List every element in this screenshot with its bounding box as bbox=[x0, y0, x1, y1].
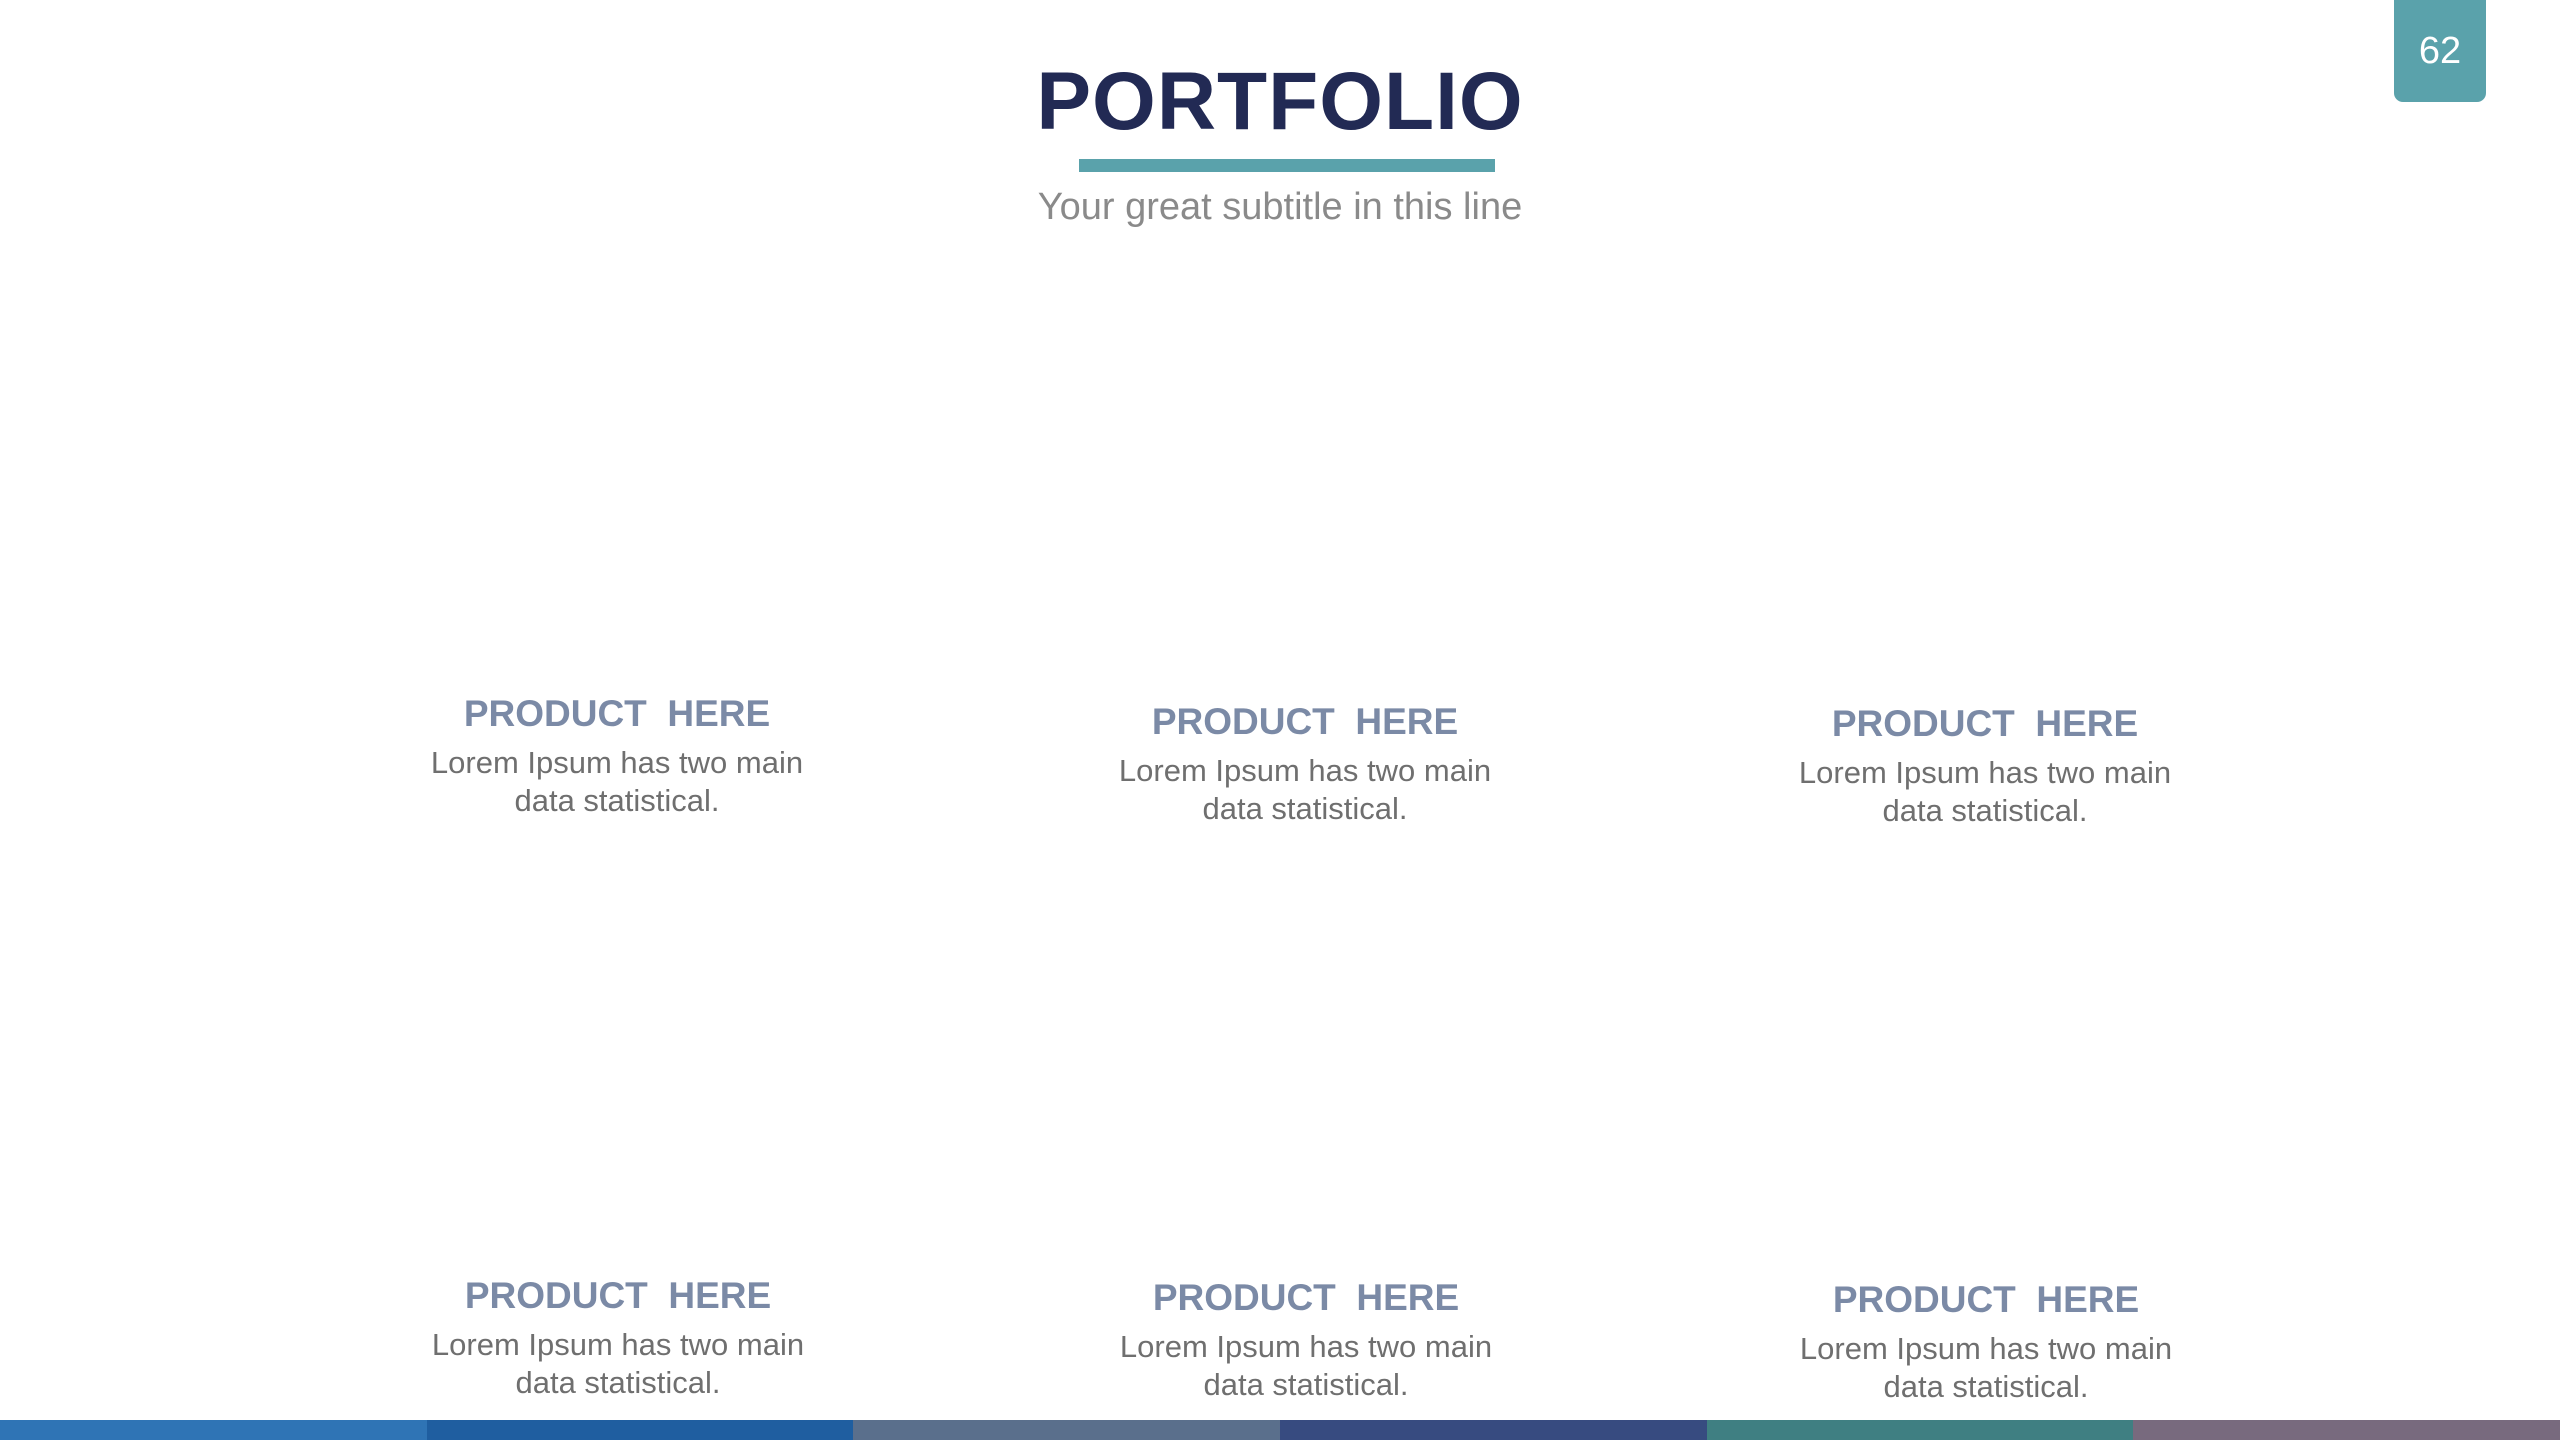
footer-segment-3 bbox=[853, 1420, 1281, 1440]
product-title: PRODUCT HERE bbox=[1152, 1277, 1460, 1318]
title-underline bbox=[1079, 159, 1495, 172]
footer-segment-5 bbox=[1706, 1420, 2134, 1440]
product-description: Lorem Ipsum has two main data statistica… bbox=[1119, 1329, 1493, 1402]
product-title: PRODUCT HERE bbox=[464, 1275, 772, 1316]
footer-segment-6 bbox=[2133, 1420, 2560, 1440]
product-description: Lorem Ipsum has two main data statistica… bbox=[1118, 753, 1492, 826]
product-title: PRODUCT HERE bbox=[463, 693, 771, 734]
footer-segment-1 bbox=[0, 1420, 427, 1440]
product-title: PRODUCT HERE bbox=[1831, 703, 2139, 744]
product-card-1: PRODUCT HERE Lorem Ipsum has two main da… bbox=[367, 690, 867, 820]
product-card-4: PRODUCT HERE Lorem Ipsum has two main da… bbox=[368, 1272, 868, 1402]
product-title: PRODUCT HERE bbox=[1832, 1279, 2140, 1320]
product-description: Lorem Ipsum has two main data statistica… bbox=[430, 745, 804, 818]
footer-segment-4 bbox=[1280, 1420, 1707, 1440]
product-title: PRODUCT HERE bbox=[1151, 701, 1459, 742]
product-card-6: PRODUCT HERE Lorem Ipsum has two main da… bbox=[1736, 1276, 2236, 1406]
product-card-3: PRODUCT HERE Lorem Ipsum has two main da… bbox=[1735, 700, 2235, 830]
product-card-2: PRODUCT HERE Lorem Ipsum has two main da… bbox=[1055, 698, 1555, 828]
product-card-5: PRODUCT HERE Lorem Ipsum has two main da… bbox=[1056, 1274, 1556, 1404]
page-title: PORTFOLIO bbox=[1036, 56, 1524, 147]
footer-color-bar bbox=[0, 1420, 2560, 1440]
page-subtitle: Your great subtitle in this line bbox=[1037, 186, 1523, 228]
slide: 62 PORTFOLIO Your great subtitle in this… bbox=[0, 0, 2560, 1440]
product-description: Lorem Ipsum has two main data statistica… bbox=[1799, 1331, 2173, 1404]
product-description: Lorem Ipsum has two main data statistica… bbox=[431, 1327, 805, 1400]
product-description: Lorem Ipsum has two main data statistica… bbox=[1798, 755, 2172, 828]
footer-segment-2 bbox=[426, 1420, 854, 1440]
